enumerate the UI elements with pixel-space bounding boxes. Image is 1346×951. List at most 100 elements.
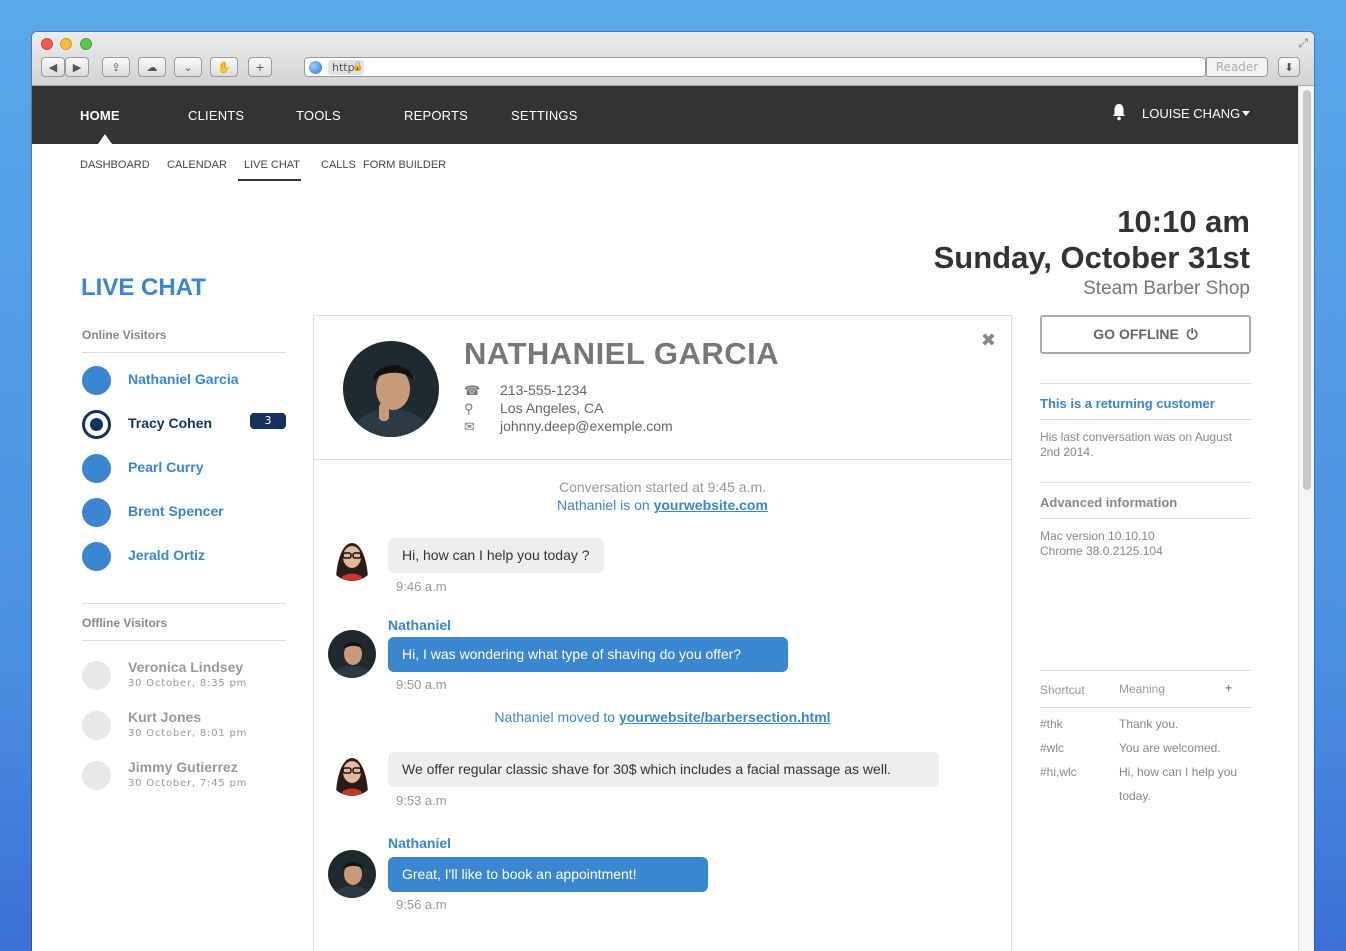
divider <box>1040 482 1251 483</box>
extension-button[interactable]: ✋ <box>210 57 238 77</box>
visitor-name-selected[interactable]: Tracy Cohen <box>128 415 212 431</box>
subnav-form-builder[interactable]: FORM BUILDER <box>363 159 446 171</box>
subnav-calendar[interactable]: CALENDAR <box>167 159 227 171</box>
page-change-link[interactable]: yourwebsite/barbersection.html <box>619 709 831 725</box>
reader-button[interactable]: Reader <box>1206 57 1268 77</box>
zoom-window-button[interactable] <box>80 38 92 50</box>
page-change-prefix: Nathaniel moved to <box>494 709 616 725</box>
last-conversation-note: His last conversation was on August 2nd … <box>1040 430 1233 459</box>
nav-tools[interactable]: TOOLS <box>296 108 341 123</box>
back-button[interactable]: ◀ <box>41 57 65 77</box>
pocket-button[interactable]: ⌄ <box>174 57 202 77</box>
page-change-note: Nathaniel moved to yourwebsite/barbersec… <box>314 709 1011 725</box>
shortcut-key[interactable]: #wlc <box>1040 741 1064 755</box>
user-menu[interactable]: LOUISE CHANG <box>1142 106 1240 121</box>
conversation-started: Conversation started at 9:45 a.m. <box>559 479 766 495</box>
visitor-avatar[interactable] <box>82 542 111 571</box>
contact-location-row: ⚲ Los Angeles, CA <box>464 400 604 417</box>
divider <box>1040 670 1251 671</box>
visitor-avatar[interactable] <box>82 366 111 395</box>
offline-visitor-time: 30 October, 7:45 pm <box>128 778 248 789</box>
contact-avatar <box>343 341 439 437</box>
browser-toolbar: ⤢ ◀ ▶ ⇪ ☁ ⌄ ✋ + https 🔒 Reader ⬇ <box>32 32 1314 86</box>
subnav-live-chat[interactable]: LIVE CHAT <box>244 159 300 171</box>
nav-reports[interactable]: REPORTS <box>404 108 468 123</box>
returning-customer-title: This is a returning customer <box>1040 396 1215 411</box>
customer-avatar <box>328 630 376 678</box>
visitor-avatar[interactable] <box>82 498 111 527</box>
online-visitors-label: Online Visitors <box>82 328 167 342</box>
message-time: 9:56 a.m <box>396 897 447 912</box>
offline-visitor-avatar[interactable] <box>82 661 111 690</box>
go-offline-label: GO OFFLINE <box>1093 326 1179 342</box>
main-navbar: HOME CLIENTS TOOLS REPORTS SETTINGS LOUI… <box>32 86 1298 144</box>
fullscreen-icon[interactable]: ⤢ <box>1298 36 1308 51</box>
chevron-down-icon[interactable] <box>1242 111 1250 116</box>
icloud-button[interactable]: ☁ <box>138 57 166 77</box>
offline-visitor-time: 30 October, 8:35 pm <box>128 678 248 689</box>
share-button[interactable]: ⇪ <box>102 57 130 77</box>
back-arrow-icon: ◀ <box>48 60 58 74</box>
close-window-button[interactable] <box>41 38 53 50</box>
message-time: 9:53 a.m <box>396 793 447 808</box>
bell-icon[interactable] <box>1112 103 1126 121</box>
chrome-version: Chrome 38.0.2125.104 <box>1040 544 1163 558</box>
contact-email[interactable]: johnny.deep@exemple.com <box>500 418 673 434</box>
mac-version: Mac version 10.10.10 <box>1040 529 1155 543</box>
subnav-dashboard[interactable]: DASHBOARD <box>80 159 150 171</box>
offline-visitor-name[interactable]: Kurt Jones <box>128 709 201 725</box>
visitor-name[interactable]: Jerald Ortiz <box>128 547 205 563</box>
visitor-location-note: Nathaniel is on yourwebsite.com <box>314 497 1011 513</box>
shortcut-key[interactable]: #hi,wlc <box>1040 765 1077 779</box>
shortcut-meaning: You are welcomed. <box>1119 741 1221 755</box>
offline-visitor-avatar[interactable] <box>82 711 111 740</box>
subnav-calls[interactable]: CALLS <box>321 159 356 171</box>
customer-avatar <box>328 850 376 898</box>
visitor-name[interactable]: Brent Spencer <box>128 503 224 519</box>
contact-phone: 213-555-1234 <box>500 382 588 398</box>
nav-settings[interactable]: SETTINGS <box>511 108 578 123</box>
current-date: Sunday, October 31st <box>933 240 1250 275</box>
message-sender: Nathaniel <box>388 835 452 851</box>
new-tab-button[interactable]: + <box>248 57 272 77</box>
nav-clients[interactable]: CLIENTS <box>188 108 244 123</box>
message-bubble-customer: Hi, I was wondering what type of shaving… <box>388 637 788 672</box>
message-sender: Nathaniel <box>388 617 452 633</box>
add-shortcut-icon[interactable]: + <box>1225 681 1232 695</box>
globe-icon <box>309 60 322 74</box>
active-nav-caret <box>98 134 112 144</box>
visitor-avatar-selected[interactable] <box>82 410 111 439</box>
visitor-name[interactable]: Nathaniel Garcia <box>128 371 239 387</box>
shortcut-key[interactable]: #thk <box>1040 717 1063 731</box>
visitor-page-link[interactable]: yourwebsite.com <box>654 497 768 513</box>
unread-badge: 3 <box>250 413 286 429</box>
offline-visitor-avatar[interactable] <box>82 761 111 790</box>
go-offline-button[interactable]: GO OFFLINE ⏻ <box>1040 315 1251 354</box>
pocket-icon: ⌄ <box>183 60 193 74</box>
shop-name: Steam Barber Shop <box>1083 278 1250 299</box>
offline-visitors-label: Offline Visitors <box>82 616 168 630</box>
contact-email-row: ✉ johnny.deep@exemple.com <box>464 418 673 435</box>
offline-visitor-name[interactable]: Jimmy Gutierrez <box>128 759 238 775</box>
visitor-name[interactable]: Pearl Curry <box>128 459 203 475</box>
address-bar[interactable]: https 🔒 <box>304 57 1206 77</box>
close-icon[interactable]: ✖ <box>981 330 996 351</box>
lock-icon: 🔒 <box>352 62 364 72</box>
chat-panel: NATHANIEL GARCIA ☎ 213-555-1234 ⚲ Los Ange… <box>313 315 1012 951</box>
nav-home[interactable]: HOME <box>80 108 120 123</box>
current-time: 10:10 am <box>1117 204 1250 239</box>
minimize-window-button[interactable] <box>60 38 72 50</box>
plus-icon: + <box>255 60 265 74</box>
advanced-info-title: Advanced information <box>1040 495 1178 510</box>
divider <box>314 459 1011 460</box>
downloads-button[interactable]: ⬇ <box>1278 57 1300 77</box>
scroll-thumb[interactable] <box>1303 90 1311 490</box>
message-bubble-agent: We offer regular classic shave for 30$ w… <box>388 752 939 787</box>
forward-button[interactable]: ▶ <box>65 57 89 77</box>
offline-visitor-name[interactable]: Veronica Lindsey <box>128 659 243 675</box>
divider <box>82 603 286 604</box>
page-scrollbar[interactable] <box>1298 86 1314 951</box>
message-time: 9:50 a.m <box>396 677 447 692</box>
contact-name: NATHANIEL GARCIA <box>464 336 780 371</box>
visitor-avatar[interactable] <box>82 454 111 483</box>
